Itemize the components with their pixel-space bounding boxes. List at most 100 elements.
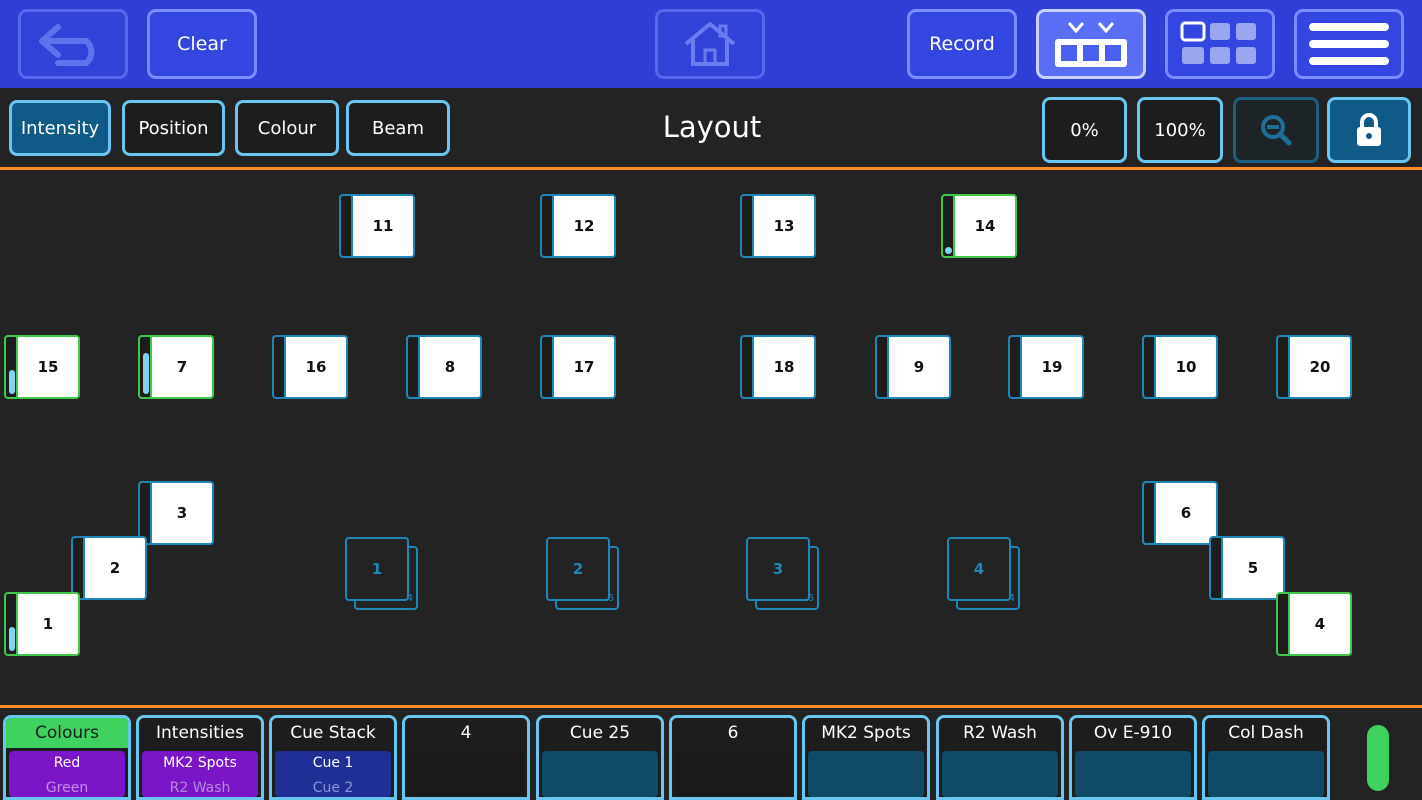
fixture-tile[interactable]: 10 <box>1142 335 1218 399</box>
top-divider <box>0 167 1422 170</box>
playback-button[interactable]: Cue Stack Cue 1 Cue 2 <box>269 715 397 800</box>
zero-percent-label: 0% <box>1070 119 1099 141</box>
fixture-tile[interactable]: 19 <box>1008 335 1084 399</box>
home-icon <box>684 22 736 66</box>
group-tile[interactable]: 62 <box>546 537 620 611</box>
undo-button[interactable] <box>18 9 128 79</box>
playback-button[interactable]: 4 <box>402 715 530 800</box>
fixture-tile[interactable]: 1 <box>4 592 80 656</box>
top-toolbar: Clear Record <box>0 0 1422 88</box>
fixture-tile[interactable]: 18 <box>740 335 816 399</box>
playback-status <box>542 751 658 797</box>
set-zero-percent-button[interactable]: 0% <box>1042 97 1127 163</box>
clear-button[interactable]: Clear <box>147 9 257 79</box>
tab-position[interactable]: Position <box>122 100 225 156</box>
full-percent-label: 100% <box>1154 119 1206 141</box>
fixture-number: 5 <box>1247 559 1259 577</box>
playback-status: MK2 Spots R2 Wash <box>142 751 258 797</box>
playback-button[interactable]: Col Dash <box>1202 715 1330 800</box>
playback-next-item: R2 Wash <box>169 780 231 796</box>
layout-view-icon <box>1055 22 1127 67</box>
playback-button[interactable]: 6 <box>669 715 797 800</box>
tab-beam[interactable]: Beam <box>346 100 450 156</box>
lock-icon <box>1357 113 1381 146</box>
home-button[interactable] <box>655 9 765 79</box>
playback-status <box>942 751 1058 797</box>
playback-current-item: Red <box>53 755 81 771</box>
playback-button[interactable]: Colours Red Green <box>3 715 131 800</box>
fixture-level-bar <box>140 483 152 543</box>
fixture-level-bar <box>542 337 554 397</box>
fixture-level-bar <box>73 538 85 598</box>
fixture-tile[interactable]: 12 <box>540 194 616 258</box>
fixture-tile[interactable]: 7 <box>138 335 214 399</box>
fixture-tile[interactable]: 11 <box>339 194 415 258</box>
zoom-out-button[interactable] <box>1233 97 1319 163</box>
playback-title: MK2 Spots <box>805 718 927 748</box>
playback-title: 6 <box>672 718 794 748</box>
fixture-tile[interactable]: 2 <box>71 536 147 600</box>
undo-arrow-icon <box>39 24 95 66</box>
fixture-tile[interactable]: 20 <box>1276 335 1352 399</box>
fixture-level-bar <box>1144 483 1156 543</box>
record-button[interactable]: Record <box>907 9 1017 79</box>
fixture-tile[interactable]: 17 <box>540 335 616 399</box>
fixture-tile[interactable]: 8 <box>406 335 482 399</box>
fixture-level-bar <box>1211 538 1223 598</box>
fixture-number: 20 <box>1309 358 1331 376</box>
fixture-number: 1 <box>42 615 54 633</box>
lock-layout-button[interactable] <box>1327 97 1411 163</box>
tab-intensity[interactable]: Intensity <box>9 100 111 156</box>
playback-status: Red Green <box>9 751 125 797</box>
tab-intensity-label: Intensity <box>20 117 100 139</box>
zoom-out-icon <box>1261 115 1292 146</box>
fixture-tile[interactable]: 13 <box>740 194 816 258</box>
group-tile[interactable]: 41 <box>345 537 419 611</box>
playback-status <box>1075 751 1191 797</box>
group-number: 1 <box>345 537 409 601</box>
fixture-number: 7 <box>176 358 188 376</box>
group-tile[interactable]: 63 <box>746 537 820 611</box>
playback-status <box>675 751 791 797</box>
main-menu-button[interactable] <box>1294 9 1404 79</box>
record-label: Record <box>929 33 995 55</box>
playback-button[interactable]: Cue 25 <box>536 715 664 800</box>
grid-view-button[interactable] <box>1165 9 1275 79</box>
fixture-number: 3 <box>176 504 188 522</box>
playback-button[interactable]: Intensities MK2 Spots R2 Wash <box>136 715 264 800</box>
page-title: Layout <box>662 110 762 144</box>
group-tile[interactable]: 44 <box>947 537 1021 611</box>
fixture-number: 6 <box>1180 504 1192 522</box>
fixture-tile[interactable]: 5 <box>1209 536 1285 600</box>
fixture-tile[interactable]: 14 <box>941 194 1017 258</box>
fixture-number: 8 <box>444 358 456 376</box>
fixture-number: 13 <box>773 217 795 235</box>
tab-position-label: Position <box>138 117 209 139</box>
fixture-level-bar <box>1278 337 1290 397</box>
fixture-tile[interactable]: 15 <box>4 335 80 399</box>
playback-title: Col Dash <box>1205 718 1327 748</box>
playback-button[interactable]: Ov E-910 <box>1069 715 1197 800</box>
playback-button[interactable]: R2 Wash <box>936 715 1064 800</box>
playback-status <box>1208 751 1324 797</box>
fixture-tile[interactable]: 4 <box>1276 592 1352 656</box>
tab-colour[interactable]: Colour <box>235 100 339 156</box>
playback-title: R2 Wash <box>939 718 1061 748</box>
hamburger-menu-icon <box>1309 23 1389 65</box>
app-window: Clear Record Intensity Position Colour B… <box>0 0 1422 800</box>
fixture-tile[interactable]: 6 <box>1142 481 1218 545</box>
playback-button[interactable]: MK2 Spots <box>802 715 930 800</box>
playback-title: Intensities <box>139 718 261 748</box>
fixture-tile[interactable]: 16 <box>272 335 348 399</box>
playback-title: 4 <box>405 718 527 748</box>
fixture-tile[interactable]: 9 <box>875 335 951 399</box>
fixture-number: 19 <box>1041 358 1063 376</box>
layout-view-button[interactable] <box>1036 9 1146 79</box>
fixture-level-bar <box>140 337 152 397</box>
fixture-tile[interactable]: 3 <box>138 481 214 545</box>
fixture-level-bar <box>742 337 754 397</box>
fixture-level-bar <box>274 337 286 397</box>
set-full-percent-button[interactable]: 100% <box>1137 97 1223 163</box>
fixture-level-bar <box>341 196 353 256</box>
playback-next-item: Green <box>45 780 89 796</box>
